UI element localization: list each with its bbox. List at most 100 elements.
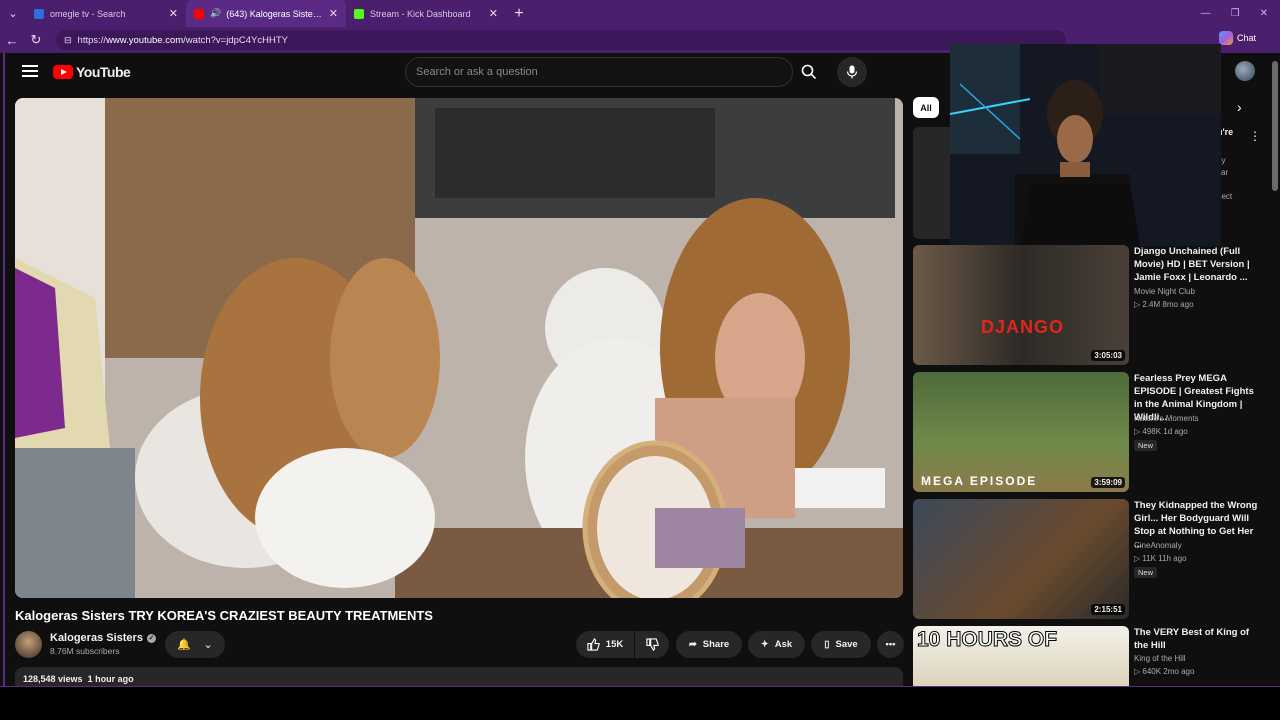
more-actions-button[interactable]: ••• bbox=[877, 631, 904, 658]
webcam-overlay bbox=[950, 44, 1221, 246]
thumb-caption: 10 HOURS OF bbox=[916, 628, 1058, 652]
share-icon: ➦ bbox=[688, 639, 697, 650]
recommendation-item[interactable]: MEGA EPISODE 3:59:09 Fearless Prey MEGA … bbox=[913, 372, 1273, 492]
speaker-icon[interactable]: 🔊 bbox=[210, 8, 221, 19]
recommendation-meta: ▷ 11K 11h ago bbox=[1134, 554, 1187, 563]
close-tab-icon[interactable]: ✕ bbox=[329, 7, 338, 20]
account-avatar[interactable] bbox=[1235, 61, 1255, 81]
bing-icon bbox=[34, 8, 44, 19]
thumbs-down-icon bbox=[645, 638, 659, 651]
close-window-icon[interactable]: ✕ bbox=[1260, 8, 1268, 19]
subscriber-count: 8.76M subscribers bbox=[50, 646, 120, 656]
taskbar-area bbox=[0, 687, 1280, 720]
video-duration: 2:15:51 bbox=[1091, 604, 1125, 615]
new-tab-button[interactable]: + bbox=[506, 5, 532, 23]
chevron-right-icon[interactable]: › bbox=[1237, 99, 1242, 115]
copilot-icon bbox=[1218, 31, 1233, 45]
site-info-icon[interactable]: ⊟ bbox=[64, 35, 72, 46]
recommendation-thumbnail[interactable]: 2:15:51 bbox=[913, 499, 1129, 619]
recommendation-channel: Nature's Moments bbox=[1134, 414, 1199, 423]
view-count: 128,548 views bbox=[23, 674, 83, 684]
channel-name: Kalogeras Sisters bbox=[50, 632, 143, 644]
ask-button[interactable]: ✦ Ask bbox=[748, 631, 805, 658]
channel-avatar[interactable] bbox=[15, 631, 42, 658]
chat-label: Chat bbox=[1236, 33, 1256, 43]
back-icon[interactable]: ← bbox=[0, 33, 24, 48]
search-input[interactable]: Search or ask a question bbox=[405, 57, 793, 87]
chevron-down-icon: ⌄ bbox=[203, 639, 213, 651]
recommendation-title: Django Unchained (Full Movie) HD | BET V… bbox=[1134, 246, 1250, 283]
microphone-icon bbox=[846, 65, 858, 79]
browser-tab-bar: ⌄ omegle tv - Search ✕ 🔊 (643) Kalogeras… bbox=[0, 0, 1280, 27]
tab-youtube[interactable]: 🔊 (643) Kalogeras Sisters TRY K ✕ bbox=[186, 0, 346, 27]
url-prefix: https:// bbox=[77, 34, 107, 46]
bell-icon: 🔔 bbox=[177, 639, 191, 651]
tab-kick[interactable]: Stream - Kick Dashboard ✕ bbox=[346, 0, 506, 27]
tab-list-chevron-icon[interactable]: ⌄ bbox=[0, 0, 26, 27]
tab-search[interactable]: omegle tv - Search ✕ bbox=[26, 0, 186, 27]
url-field[interactable]: ⊟ https://www.youtube.com/watch?v=jdpC4Y… bbox=[56, 30, 1066, 50]
upload-age: 1 hour ago bbox=[87, 674, 134, 684]
recommendation-channel: Movie Night Club bbox=[1134, 287, 1195, 296]
reload-icon[interactable]: ↻ bbox=[24, 32, 48, 48]
minimize-icon[interactable]: — bbox=[1201, 8, 1211, 19]
recommendation-title: The VERY Best of King of the Hill bbox=[1134, 627, 1250, 651]
notifications-button[interactable]: 🔔 ⌄ bbox=[165, 631, 225, 658]
video-duration: 3:05:03 bbox=[1091, 350, 1125, 361]
url-path: /watch?v=jdpC4YcHHTY bbox=[183, 34, 288, 46]
thumbs-up-icon bbox=[587, 638, 600, 651]
share-label: Share bbox=[702, 639, 730, 650]
thumb-caption: DJANGO bbox=[981, 317, 1065, 337]
youtube-page: YouTube Search or ask a question Kaloger… bbox=[3, 44, 1280, 687]
share-button[interactable]: ➦ Share bbox=[676, 631, 742, 658]
video-player[interactable] bbox=[15, 98, 903, 598]
video-duration: 3:59:09 bbox=[1091, 477, 1125, 488]
recommendation-item[interactable]: 2:15:51 They Kidnapped the Wrong Girl...… bbox=[913, 499, 1273, 619]
close-tab-icon[interactable]: ✕ bbox=[489, 7, 498, 20]
more-horizontal-icon: ••• bbox=[885, 639, 896, 650]
youtube-play-icon bbox=[53, 65, 73, 79]
more-vertical-icon[interactable]: ⋮ bbox=[1249, 129, 1261, 143]
description-box[interactable]: 128,548 views 1 hour ago bbox=[15, 667, 903, 687]
page-scrollbar[interactable] bbox=[1272, 61, 1278, 191]
sparkle-icon: ✦ bbox=[760, 639, 769, 650]
like-button[interactable]: 15K bbox=[576, 631, 634, 658]
new-badge: New bbox=[1134, 440, 1158, 451]
webcam-frame bbox=[950, 44, 1221, 246]
recommendation-item[interactable]: DJANGO 3:05:03 Django Unchained (Full Mo… bbox=[913, 245, 1273, 365]
sponsored-thumbnail[interactable] bbox=[913, 127, 953, 239]
maximize-icon[interactable]: ❐ bbox=[1231, 8, 1240, 19]
close-tab-icon[interactable]: ✕ bbox=[169, 7, 178, 20]
chip-all[interactable]: All bbox=[913, 97, 939, 118]
kick-icon bbox=[354, 8, 364, 19]
voice-search-button[interactable] bbox=[837, 57, 867, 87]
channel-name-row[interactable]: Kalogeras Sisters ✓ bbox=[50, 632, 156, 644]
save-button[interactable]: ▯ Save bbox=[811, 631, 871, 658]
video-title: Kalogeras Sisters TRY KOREA'S CRAZIEST B… bbox=[15, 608, 433, 623]
recommendation-thumbnail[interactable]: 10 HOURS OF bbox=[913, 626, 1129, 687]
window-controls: — ❐ ✕ bbox=[1201, 0, 1280, 27]
recommendation-thumbnail[interactable]: MEGA EPISODE 3:59:09 bbox=[913, 372, 1129, 492]
new-badge: New bbox=[1134, 567, 1158, 578]
dislike-button[interactable] bbox=[635, 631, 669, 658]
copilot-chat-button[interactable]: Chat bbox=[1218, 31, 1256, 45]
tab-title: Stream - Kick Dashboard bbox=[370, 8, 471, 19]
video-frame bbox=[15, 98, 903, 598]
ask-label: Ask bbox=[774, 639, 793, 650]
recommendation-item[interactable]: 10 HOURS OF The VERY Best of King of the… bbox=[913, 626, 1273, 687]
youtube-logo[interactable]: YouTube bbox=[53, 64, 131, 80]
logo-text: YouTube bbox=[76, 64, 131, 80]
bookmark-icon: ▯ bbox=[824, 639, 830, 650]
recommendation-channel: CineAnomaly bbox=[1134, 541, 1182, 550]
recommendation-meta: ▷ 2.4M 8mo ago bbox=[1134, 300, 1194, 309]
recommendation-meta: ▷ 640K 2mo ago bbox=[1134, 667, 1195, 676]
tab-title: omegle tv - Search bbox=[50, 8, 126, 19]
search-button[interactable] bbox=[793, 57, 825, 87]
recommendation-channel: King of the Hill bbox=[1134, 654, 1186, 663]
menu-icon[interactable] bbox=[22, 65, 38, 77]
url-host: www.youtube.com bbox=[106, 34, 184, 46]
search-icon bbox=[801, 64, 817, 80]
like-count: 15K bbox=[605, 639, 624, 650]
search-placeholder: Search or ask a question bbox=[416, 66, 538, 78]
recommendation-thumbnail[interactable]: DJANGO 3:05:03 bbox=[913, 245, 1129, 365]
